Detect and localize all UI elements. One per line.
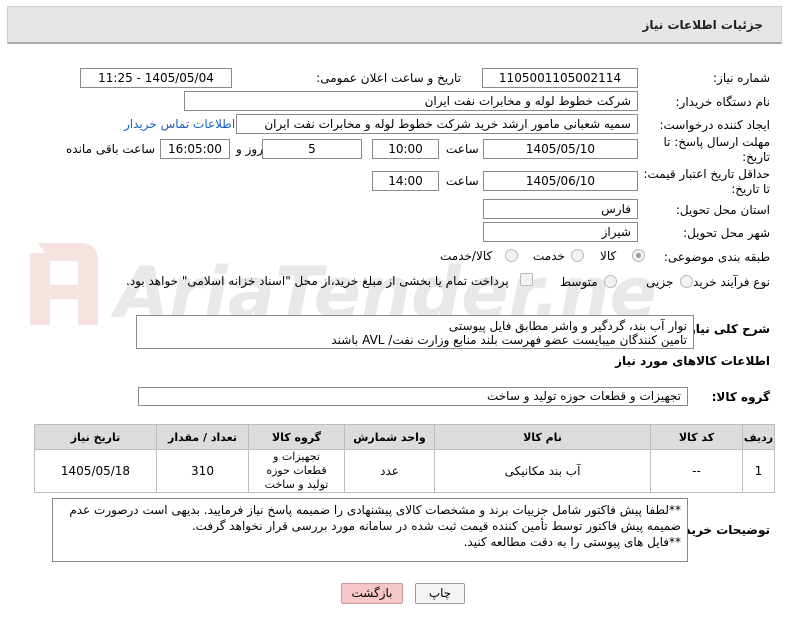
- need-number-field: 1105001105002114: [482, 68, 638, 88]
- col-date: تاریخ نیاز: [34, 424, 157, 450]
- cell-code: --: [650, 449, 743, 493]
- goods-group-field: تجهیزات و قطعات حوزه تولید و ساخت: [138, 387, 688, 406]
- buyer-notes-line3: **فایل های پیوستی را به دقت مطالعه کنید.: [463, 535, 681, 549]
- payment-checkbox[interactable]: [520, 273, 533, 286]
- province-label: استان محل تحویل:: [675, 203, 770, 217]
- requester-label: ایجاد کننده درخواست:: [659, 118, 770, 132]
- buyer-org-label: نام دستگاه خریدار:: [675, 95, 771, 109]
- cell-date: 1405/05/18: [34, 449, 157, 493]
- general-desc-line2: تامین کنندگان میبایست عضو فهرست بلند منا…: [331, 333, 687, 347]
- col-qty: تعداد / مقدار: [156, 424, 249, 450]
- general-desc-line1: نوار آب بند، گردگیر و واشر مطابق فایل پی…: [448, 319, 687, 333]
- process-radio-minor[interactable]: [680, 275, 693, 288]
- deadline-label: مهلت ارسال پاسخ: تا تاریخ:: [660, 135, 770, 165]
- buyer-org-field: شرکت خطوط لوله و مخابرات نفت ایران: [184, 91, 638, 111]
- cell-unit: عدد: [344, 449, 435, 493]
- page-header: جزئیات اطلاعات نیاز: [7, 6, 782, 44]
- remaining-time-field: 16:05:00: [160, 139, 230, 159]
- announce-field: 1405/05/04 - 11:25: [80, 68, 232, 88]
- need-number-label: شماره نیاز:: [713, 71, 770, 85]
- remaining-label: ساعت باقی مانده: [66, 142, 156, 156]
- col-group: گروه کالا: [248, 424, 345, 450]
- deadline-label-text: مهلت ارسال پاسخ: تا تاریخ:: [663, 135, 770, 164]
- process-label: نوع فرآیند خرید :: [685, 275, 770, 289]
- col-name: نام کالا: [434, 424, 651, 450]
- price-validity-time-label: ساعت: [446, 174, 479, 188]
- process-radio-medium[interactable]: [604, 275, 617, 288]
- cell-group: تجهیزات و قطعات حوزه تولید و ساخت: [248, 449, 345, 493]
- cell-name: آب بند مکانیکی: [434, 449, 651, 493]
- price-validity-label-text: حداقل تاریخ اعتبار قیمت: تا تاریخ:: [643, 167, 770, 196]
- days-field: 5: [262, 139, 362, 159]
- days-label: روز و: [236, 142, 263, 156]
- price-validity-date-field: 1405/06/10: [483, 171, 638, 191]
- buyer-notes-line2: ضمیمه پیش فاکتور توسط تأمین کننده قیمت ث…: [191, 519, 681, 533]
- buyer-notes-field: **لطفا پیش فاکتور شامل جزییات برند و مشخ…: [52, 498, 688, 562]
- announce-label: تاریخ و ساعت اعلان عمومی:: [316, 71, 461, 85]
- category-option-goods-service: کالا/خدمت: [440, 249, 493, 263]
- payment-note: پرداخت تمام یا بخشی از مبلغ خرید،از محل …: [126, 274, 509, 288]
- buyer-notes-line1: **لطفا پیش فاکتور شامل جزییات برند و مشخ…: [69, 503, 681, 517]
- back-button[interactable]: بازگشت: [341, 583, 403, 604]
- table-header-row: ردیف کد کالا نام کالا واحد شمارش گروه کا…: [34, 424, 775, 450]
- col-code: کد کالا: [650, 424, 743, 450]
- category-label: طبقه بندی موضوعی:: [663, 250, 770, 264]
- goods-info-title: اطلاعات کالاهای مورد نیاز: [615, 354, 770, 368]
- deadline-date-field: 1405/05/10: [483, 139, 638, 159]
- category-option-service: خدمت: [533, 249, 565, 263]
- requester-field: سمیه شعبانی مامور ارشد خرید شرکت خطوط لو…: [236, 114, 638, 134]
- category-option-goods: کالا: [600, 249, 617, 263]
- buyer-contact-link[interactable]: اطلاعات تماس خریدار: [124, 117, 235, 131]
- col-unit: واحد شمارش: [344, 424, 435, 450]
- city-field: شیراز: [483, 222, 638, 242]
- category-radio-goods[interactable]: [632, 249, 645, 262]
- category-radio-goods-service[interactable]: [505, 249, 518, 262]
- general-desc-field: نوار آب بند، گردگیر و واشر مطابق فایل پی…: [136, 315, 694, 349]
- price-validity-time-field: 14:00: [372, 171, 439, 191]
- goods-group-label: گروه کالا:: [711, 390, 770, 404]
- cell-row: 1: [742, 449, 775, 493]
- process-option-medium: متوسط: [560, 275, 598, 289]
- process-option-minor: جزیی: [646, 275, 674, 289]
- page-title: جزئیات اطلاعات نیاز: [642, 18, 763, 32]
- general-desc-label: شرح کلی نیاز:: [684, 322, 770, 336]
- price-validity-label: حداقل تاریخ اعتبار قیمت: تا تاریخ:: [640, 167, 770, 197]
- deadline-time-field: 10:00: [372, 139, 439, 159]
- table-row: 1 -- آب بند مکانیکی عدد تجهیزات و قطعات …: [34, 449, 775, 493]
- category-radio-service[interactable]: [571, 249, 584, 262]
- deadline-time-label: ساعت: [446, 142, 479, 156]
- province-field: فارس: [483, 199, 638, 219]
- col-row: ردیف: [742, 424, 775, 450]
- cell-qty: 310: [156, 449, 249, 493]
- city-label: شهر محل تحویل:: [683, 226, 770, 240]
- items-table: ردیف کد کالا نام کالا واحد شمارش گروه کا…: [34, 424, 775, 493]
- print-button[interactable]: چاپ: [415, 583, 465, 604]
